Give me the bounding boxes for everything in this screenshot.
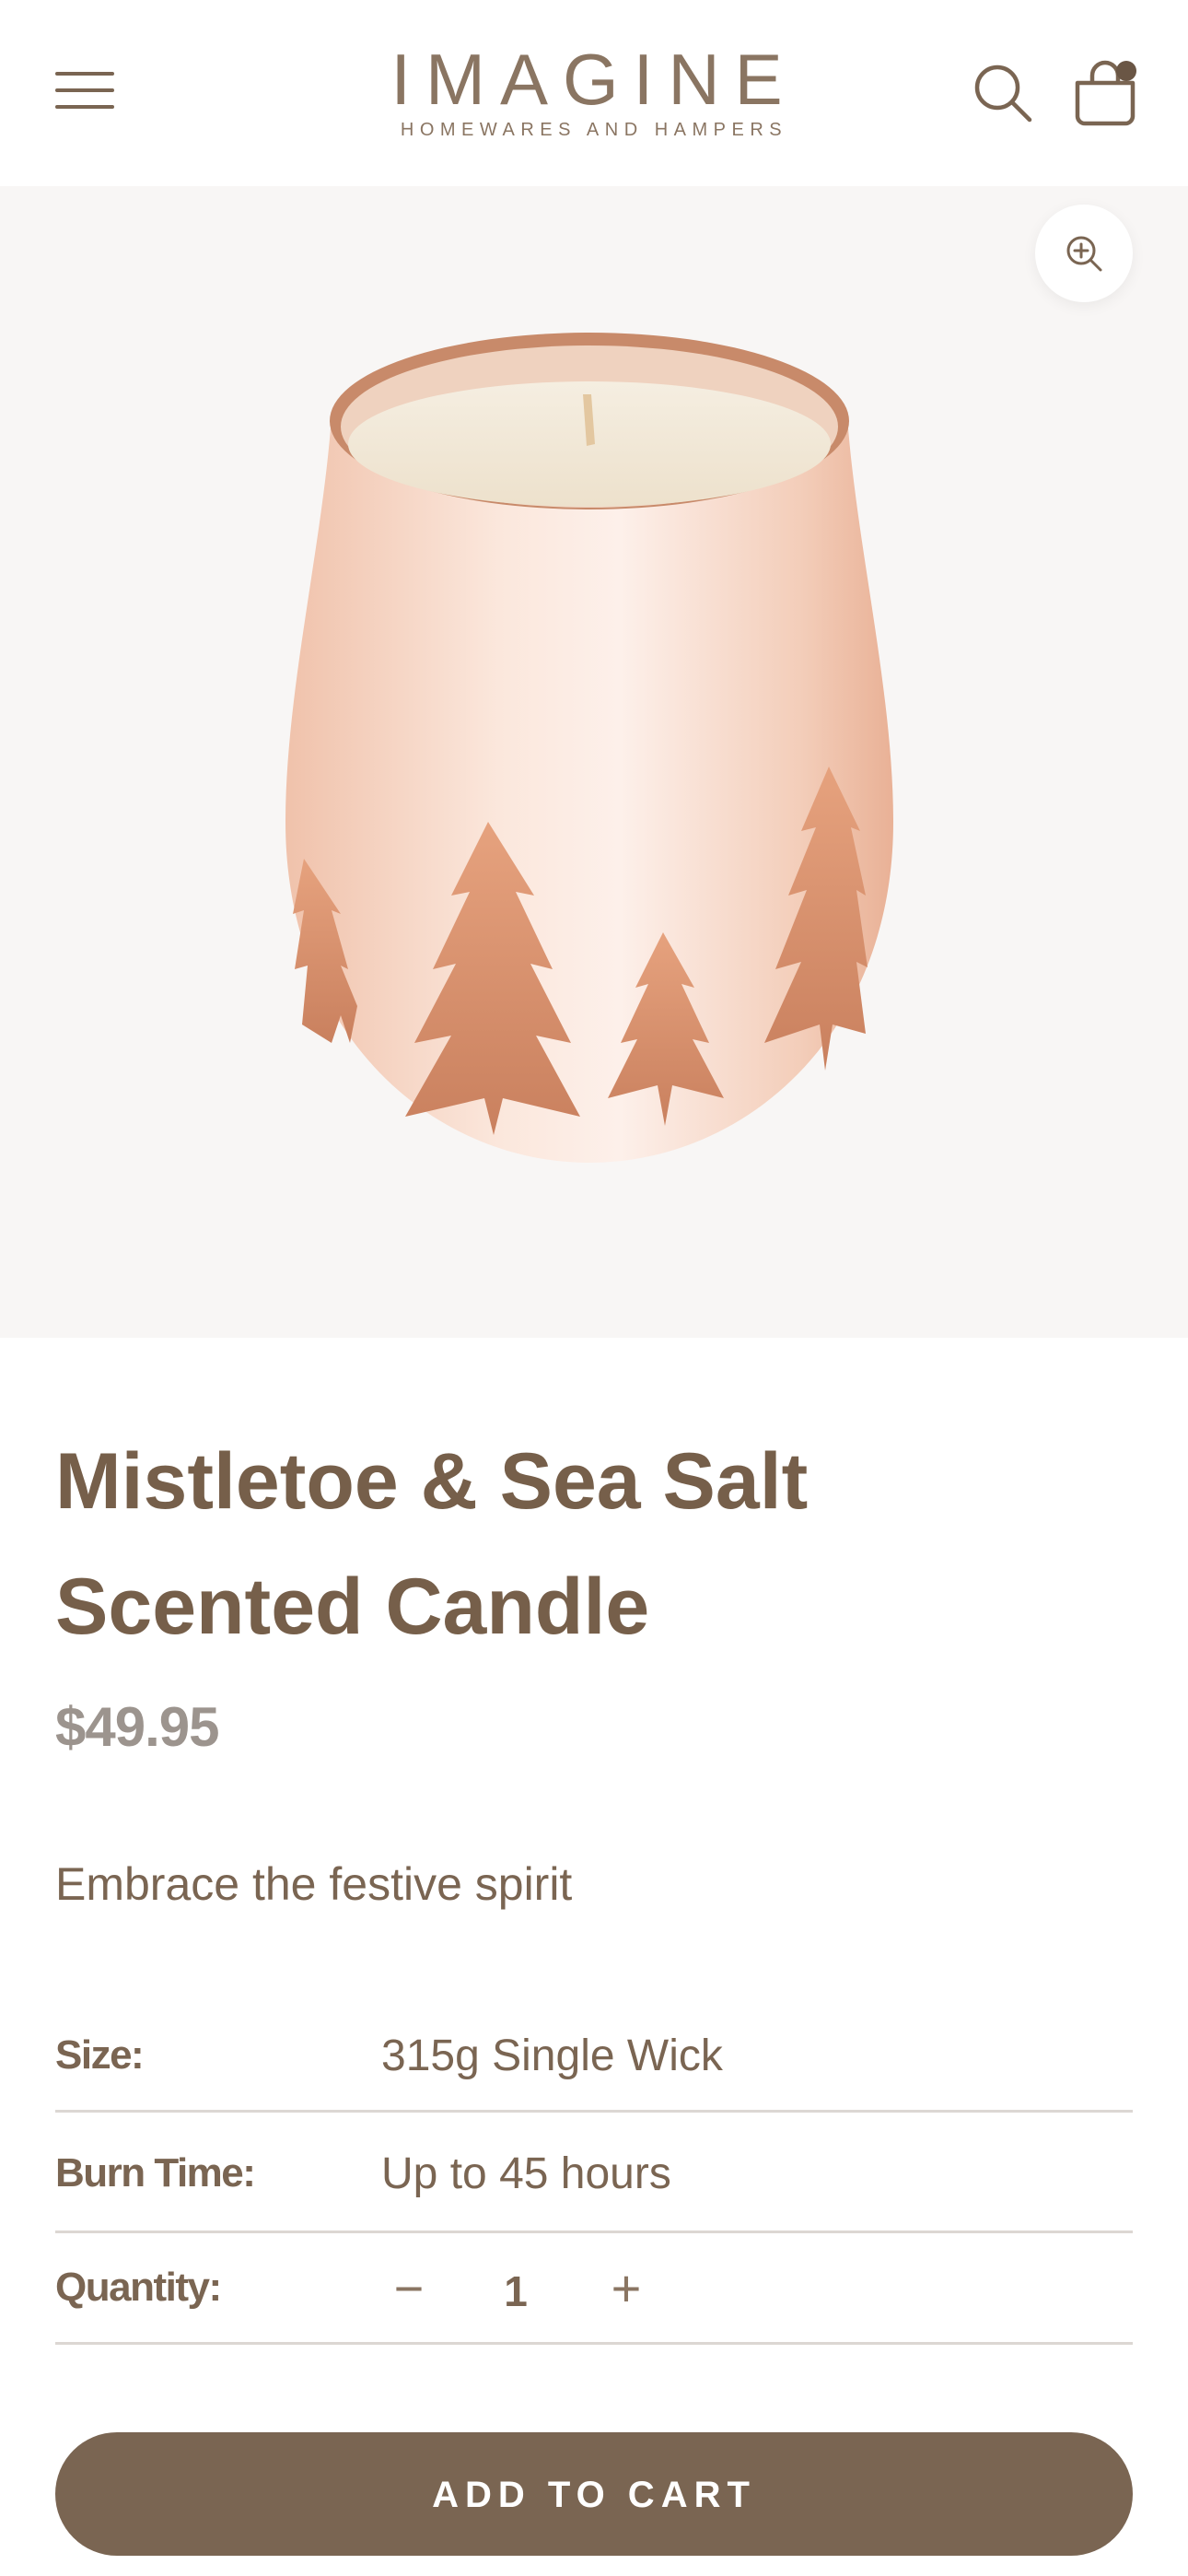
product-gallery[interactable] <box>0 186 1188 1338</box>
quantity-decrease-button[interactable]: − <box>381 2261 437 2316</box>
spec-row-quantity: Quantity: − 1 + <box>55 2233 1133 2345</box>
brand-tagline: HOMEWARES AND HAMPERS <box>400 120 788 140</box>
quantity-value[interactable]: 1 <box>488 2266 543 2316</box>
add-to-cart-button[interactable]: ADD TO CART <box>55 2432 1133 2556</box>
burn-time-value: Up to 45 hours <box>381 2149 671 2198</box>
shopping-bag-icon[interactable] <box>1072 57 1138 127</box>
size-value: 315g Single Wick <box>381 2032 723 2080</box>
spec-row-burn-time: Burn Time: Up to 45 hours <box>55 2110 1133 2233</box>
product-title: Mistletoe & Sea Salt Scented Candle <box>55 1437 809 1651</box>
quantity-increase-button[interactable]: + <box>599 2261 654 2316</box>
size-label: Size: <box>55 2032 145 2078</box>
product-tagline: Embrace the festive spirit <box>55 1858 573 1910</box>
product-price: $49.95 <box>55 1696 220 1758</box>
quantity-label: Quantity: <box>55 2265 222 2310</box>
site-header: IMAGINE HOMEWARES AND HAMPERS <box>0 0 1188 186</box>
hamburger-menu-icon[interactable] <box>53 64 118 116</box>
brand-logo[interactable]: IMAGINE HOMEWARES AND HAMPERS <box>350 41 838 151</box>
search-icon[interactable] <box>971 61 1035 125</box>
burn-time-label: Burn Time: <box>55 2150 256 2195</box>
spec-row-size: Size: 315g Single Wick <box>55 2018 1133 2113</box>
product-image <box>285 333 893 1163</box>
cart-badge <box>1116 61 1136 81</box>
zoom-in-icon[interactable] <box>1035 205 1133 302</box>
brand-name: IMAGINE <box>390 39 798 120</box>
